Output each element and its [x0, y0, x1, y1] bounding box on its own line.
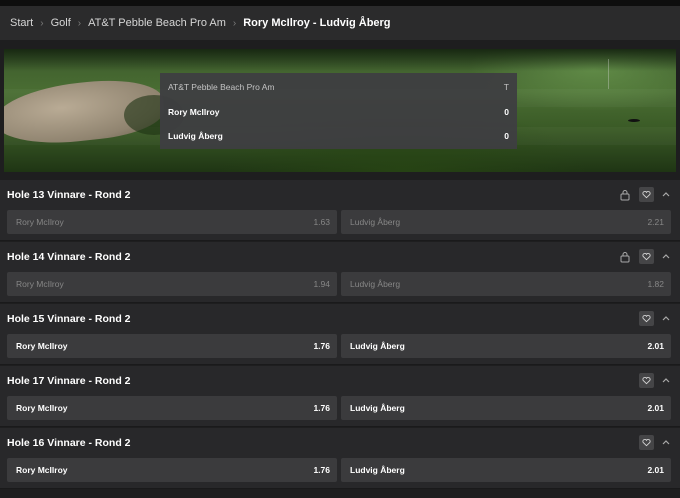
- scoreboard-player-score: 0: [504, 130, 509, 141]
- outcome-name: Rory McIlroy: [16, 217, 64, 227]
- outcome-name: Rory McIlroy: [16, 465, 68, 475]
- chevron-up-icon[interactable]: [661, 190, 671, 198]
- scoreboard-event-row: AT&T Pebble Beach Pro Am T: [168, 74, 509, 99]
- heart-icon: [642, 376, 651, 385]
- breadcrumb: Start › Golf › AT&T Pebble Beach Pro Am …: [0, 6, 680, 40]
- scoreboard-player-score: 0: [504, 106, 509, 117]
- market-hole-16: Hole 16 Vinnare - Rond 2 Rory McIlroy 1.…: [0, 428, 680, 489]
- heart-icon: [642, 438, 651, 447]
- scoreboard-player-name: Ludvig Åberg: [168, 130, 223, 141]
- outcome-odds: 1.63: [313, 217, 330, 227]
- market-title: Hole 17 Vinnare - Rond 2: [7, 375, 131, 387]
- market-hole-13: Hole 13 Vinnare - Rond 2 Rory McIlroy 1.…: [0, 180, 680, 241]
- heart-icon: [642, 314, 651, 323]
- outcome-button[interactable]: Rory McIlroy 1.76: [7, 396, 337, 420]
- heart-icon: [642, 190, 651, 199]
- outcome-odds: 2.01: [647, 465, 664, 475]
- outcome-name: Ludvig Åberg: [350, 217, 401, 227]
- market-hole-14: Hole 14 Vinnare - Rond 2 Rory McIlroy 1.…: [0, 242, 680, 303]
- chevron-right-icon: ›: [232, 17, 237, 29]
- breadcrumb-start[interactable]: Start: [10, 17, 33, 29]
- chevron-right-icon: ›: [77, 17, 82, 29]
- scoreboard: AT&T Pebble Beach Pro Am T Rory McIlroy …: [160, 73, 517, 149]
- favorite-button[interactable]: [639, 249, 654, 264]
- outcome-button[interactable]: Rory McIlroy 1.63: [7, 210, 337, 234]
- outcome-odds: 2.01: [647, 341, 664, 351]
- chevron-right-icon: ›: [40, 17, 44, 29]
- outcome-odds: 2.01: [647, 403, 664, 413]
- heart-icon: [642, 252, 651, 261]
- outcome-button[interactable]: Rory McIlroy 1.94: [7, 272, 337, 296]
- outcome-odds: 1.82: [647, 279, 664, 289]
- scoreboard-player-row: Ludvig Åberg 0: [168, 123, 509, 148]
- scoreboard-event-value: T: [503, 81, 509, 92]
- outcome-name: Rory McIlroy: [16, 341, 68, 351]
- outcome-odds: 2.21: [647, 217, 664, 227]
- outcome-odds: 1.76: [313, 403, 330, 413]
- scoreboard-player-name: Rory McIlroy: [168, 106, 220, 117]
- scoreboard-event-name: AT&T Pebble Beach Pro Am: [168, 81, 275, 92]
- market-title: Hole 13 Vinnare - Rond 2: [7, 189, 131, 201]
- market-hole-15: Hole 15 Vinnare - Rond 2 Rory McIlroy 1.…: [0, 304, 680, 365]
- favorite-button[interactable]: [639, 373, 654, 388]
- golf-hole: [628, 119, 640, 122]
- outcome-name: Ludvig Åberg: [350, 403, 405, 413]
- outcome-button[interactable]: Ludvig Åberg 2.21: [341, 210, 671, 234]
- outcome-name: Rory McIlroy: [16, 403, 68, 413]
- breadcrumb-tournament[interactable]: AT&T Pebble Beach Pro Am: [88, 17, 226, 29]
- favorite-button[interactable]: [639, 311, 654, 326]
- outcome-button[interactable]: Ludvig Åberg 1.82: [341, 272, 671, 296]
- outcome-odds: 1.94: [313, 279, 330, 289]
- chevron-up-icon[interactable]: [661, 438, 671, 446]
- market-hole-17: Hole 17 Vinnare - Rond 2 Rory McIlroy 1.…: [0, 366, 680, 427]
- lock-icon: [620, 252, 630, 263]
- outcome-name: Ludvig Åberg: [350, 341, 405, 351]
- market-title: Hole 15 Vinnare - Rond 2: [7, 313, 131, 325]
- outcome-button[interactable]: Ludvig Åberg 2.01: [341, 334, 671, 358]
- outcome-button[interactable]: Ludvig Åberg 2.01: [341, 458, 671, 482]
- market-title: Hole 16 Vinnare - Rond 2: [7, 437, 131, 449]
- outcome-name: Rory McIlroy: [16, 279, 64, 289]
- breadcrumb-match: Rory McIlroy - Ludvig Åberg: [243, 17, 391, 29]
- outcome-odds: 1.76: [313, 465, 330, 475]
- favorite-button[interactable]: [639, 435, 654, 450]
- outcome-button[interactable]: Ludvig Åberg 2.01: [341, 396, 671, 420]
- outcome-button[interactable]: Rory McIlroy 1.76: [7, 458, 337, 482]
- outcome-button[interactable]: Rory McIlroy 1.76: [7, 334, 337, 358]
- scoreboard-player-row: Rory McIlroy 0: [168, 99, 509, 124]
- market-title: Hole 14 Vinnare - Rond 2: [7, 251, 131, 263]
- lock-icon: [620, 190, 630, 201]
- breadcrumb-golf[interactable]: Golf: [51, 17, 71, 29]
- outcome-name: Ludvig Åberg: [350, 279, 401, 289]
- chevron-up-icon[interactable]: [661, 252, 671, 260]
- chevron-up-icon[interactable]: [661, 376, 671, 384]
- chevron-up-icon[interactable]: [661, 314, 671, 322]
- outcome-name: Ludvig Åberg: [350, 465, 405, 475]
- flagpole: [608, 59, 609, 89]
- outcome-odds: 1.76: [313, 341, 330, 351]
- favorite-button[interactable]: [639, 187, 654, 202]
